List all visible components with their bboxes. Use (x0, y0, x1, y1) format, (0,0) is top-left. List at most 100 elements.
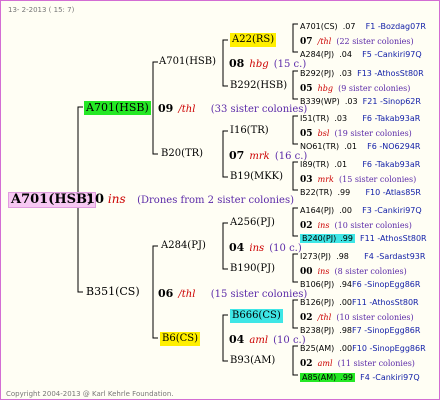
l2-ins-2: ins (249, 243, 265, 254)
l4-f-8: F3 -Cankiri97Q (362, 206, 422, 215)
l4-node-0[interactable]: A701(CS) (300, 22, 338, 31)
l4-node-4[interactable]: I51(TR) (300, 114, 329, 123)
l4-node-8[interactable]: A164(PJ) (300, 206, 334, 215)
l4-f-5: F6 -NO6294R (367, 142, 421, 151)
root-info: 10 ins (Drones from 2 sister colonies) (86, 193, 294, 207)
l4-gen-13: .98 (339, 326, 353, 335)
l4-f-9: F11 -AthosSt80R (360, 234, 427, 243)
l4-gen-12: .00 (339, 298, 353, 307)
l3-sisters-7: (11 sister colonies) (337, 359, 415, 368)
l1-info-1: 06 /thl (15 sister colonies) (158, 286, 307, 301)
l3-ins-5: ins (317, 267, 330, 276)
l1-ins-0: /thl (178, 104, 196, 115)
l4-row-11: B106(PJ) .94F6 -SinopEgg86R (300, 276, 420, 291)
l2-info-3: 04 aml (10 c.) (229, 332, 306, 347)
l2-gen-1: 07 (229, 149, 245, 162)
l3-sisters-0: (22 sister colonies) (336, 37, 414, 46)
l2-info-1: 07 mrk (16 c.) (229, 148, 307, 163)
l3-node-3[interactable]: B19(MKK) (230, 171, 283, 183)
l3-node-7[interactable]: B93(AM) (230, 355, 275, 367)
l2-ins-3: aml (249, 335, 269, 346)
l4-f-0: F1 -Bozdag07R (365, 22, 426, 31)
header-date: 13- 2-2013 ( 15: 7) (8, 6, 75, 14)
l4-row-15: A85(AM) .99 F4 -Cankiri97Q (300, 369, 420, 384)
l1-node-1[interactable]: B351(CS) (86, 286, 140, 298)
root-queen[interactable]: A701(HSB) (8, 192, 97, 208)
l4-f-4: F6 -Takab93aR (362, 114, 421, 123)
l4-gen-11: .94 (339, 280, 353, 289)
l3-node-5[interactable]: B190(PJ) (230, 263, 275, 275)
l1-node-0[interactable]: A701(HSB) (84, 101, 151, 115)
l4-node-12[interactable]: B126(PJ) (300, 298, 334, 307)
l3-node-4[interactable]: A256(PJ) (230, 217, 275, 229)
copyright-footer: Copyright 2004-2013 @ Karl Kehrle Founda… (6, 390, 174, 398)
root-ins: ins (107, 192, 126, 206)
l4-f-12: F11 -AthosSt80R (352, 298, 419, 307)
l4-f-7: F10 -Atlas85R (365, 188, 421, 197)
l4-row-7: B22(TR) .99 F10 -Atlas85R (300, 184, 421, 199)
l2-gen-0: 08 (229, 57, 245, 70)
l4-gen-1: .04 (339, 50, 352, 59)
root-gen: 10 (86, 192, 105, 207)
l4-gen-6: .01 (334, 160, 348, 169)
l4-row-1: A284(PJ) .04 F5 -Cankiri97Q (300, 46, 422, 61)
l3-node-1[interactable]: B292(HSB) (230, 80, 287, 92)
l4-node-10[interactable]: I273(PJ) (300, 252, 331, 261)
l3-sisters-5: (8 sister colonies) (334, 267, 407, 276)
l2-ins-1: mrk (249, 151, 270, 162)
l4-f-10: F4 -Sardast93R (364, 252, 426, 261)
l3-ins-7: aml (317, 359, 333, 368)
l4-node-2[interactable]: B292(PJ) (300, 69, 334, 78)
l3-node-0[interactable]: A22(RS) (230, 33, 277, 47)
l2-info-0: 08 hbg (15 c.) (229, 56, 306, 71)
l2-node-1[interactable]: B20(TR) (161, 148, 203, 160)
l3-sisters-2: (19 sister colonies) (334, 129, 412, 138)
l4-gen-3: .03 (344, 97, 358, 106)
l3-node-6[interactable]: B666(CS) (230, 309, 283, 323)
l4-gen-2: .03 (339, 69, 353, 78)
l4-gen-7: .99 (337, 188, 351, 197)
l2-sisters-2: (10 c.) (269, 243, 302, 254)
l3-ins-1: hbg (317, 84, 334, 93)
l2-node-3[interactable]: B6(CS) (160, 332, 201, 346)
l4-f-2: F13 -AthosSt80R (357, 69, 424, 78)
l4-row-8: A164(PJ) .00 F3 -Cankiri97Q (300, 202, 422, 217)
l4-row-12: B126(PJ) .00F11 -AthosSt80R (300, 294, 419, 309)
l4-node-1[interactable]: A284(PJ) (300, 50, 334, 59)
l1-info-0: 09 /thl (33 sister colonies) (158, 101, 307, 116)
l4-node-6[interactable]: I89(TR) (300, 160, 329, 169)
l4-f-1: F5 -Cankiri97Q (362, 50, 422, 59)
l4-node-14[interactable]: B25(AM) (300, 344, 334, 353)
l4-node-13[interactable]: B238(PJ) (300, 326, 334, 335)
l4-node-5[interactable]: NO61(TR) (300, 142, 339, 151)
l2-node-0[interactable]: A701(HSB) (159, 56, 216, 68)
l4-row-10: I273(PJ) .98 F4 -Sardast93R (300, 248, 425, 263)
l4-gen-14: .00 (339, 344, 353, 353)
root-sisters: (Drones from 2 sister colonies) (137, 195, 294, 206)
l3-ins-2: bsl (317, 129, 330, 138)
l4-node-9[interactable]: B240(PJ) (300, 234, 339, 243)
l1-sisters-0: (33 sister colonies) (210, 104, 308, 115)
l1-ins-1: /thl (178, 289, 196, 300)
l4-node-3[interactable]: B339(WP) (300, 97, 340, 106)
l4-node-7[interactable]: B22(TR) (300, 188, 332, 197)
l1-gen-1: 06 (158, 287, 174, 300)
l4-f-14: F10 -SinopEgg86R (352, 344, 426, 353)
l4-row-4: I51(TR) .03 F6 -Takab93aR (300, 110, 420, 125)
l2-node-2[interactable]: A284(PJ) (161, 240, 206, 252)
l3-ins-6: /thl (317, 313, 332, 322)
l4-node-15[interactable]: A85(AM) (300, 373, 339, 382)
l3-node-2[interactable]: I16(TR) (230, 125, 269, 137)
l2-gen-3: 04 (229, 333, 245, 346)
l2-info-2: 04 ins (10 c.) (229, 240, 302, 255)
l4-gen-8: .00 (339, 206, 352, 215)
l4-row-0: A701(CS) .07 F1 -Bozdag07R (300, 18, 426, 33)
l4-f-6: F6 -Takab93aR (362, 160, 421, 169)
l4-row-9: B240(PJ) .99 F11 -AthosSt80R (300, 230, 427, 245)
l1-gen-0: 09 (158, 102, 174, 115)
l4-node-11[interactable]: B106(PJ) (300, 280, 334, 289)
l4-row-13: B238(PJ) .98F7 -SinopEgg86R (300, 322, 420, 337)
l4-f-11: F6 -SinopEgg86R (352, 280, 421, 289)
l4-gen-15: .99 (338, 373, 356, 382)
l4-f-15: F4 -Cankiri97Q (360, 373, 420, 382)
